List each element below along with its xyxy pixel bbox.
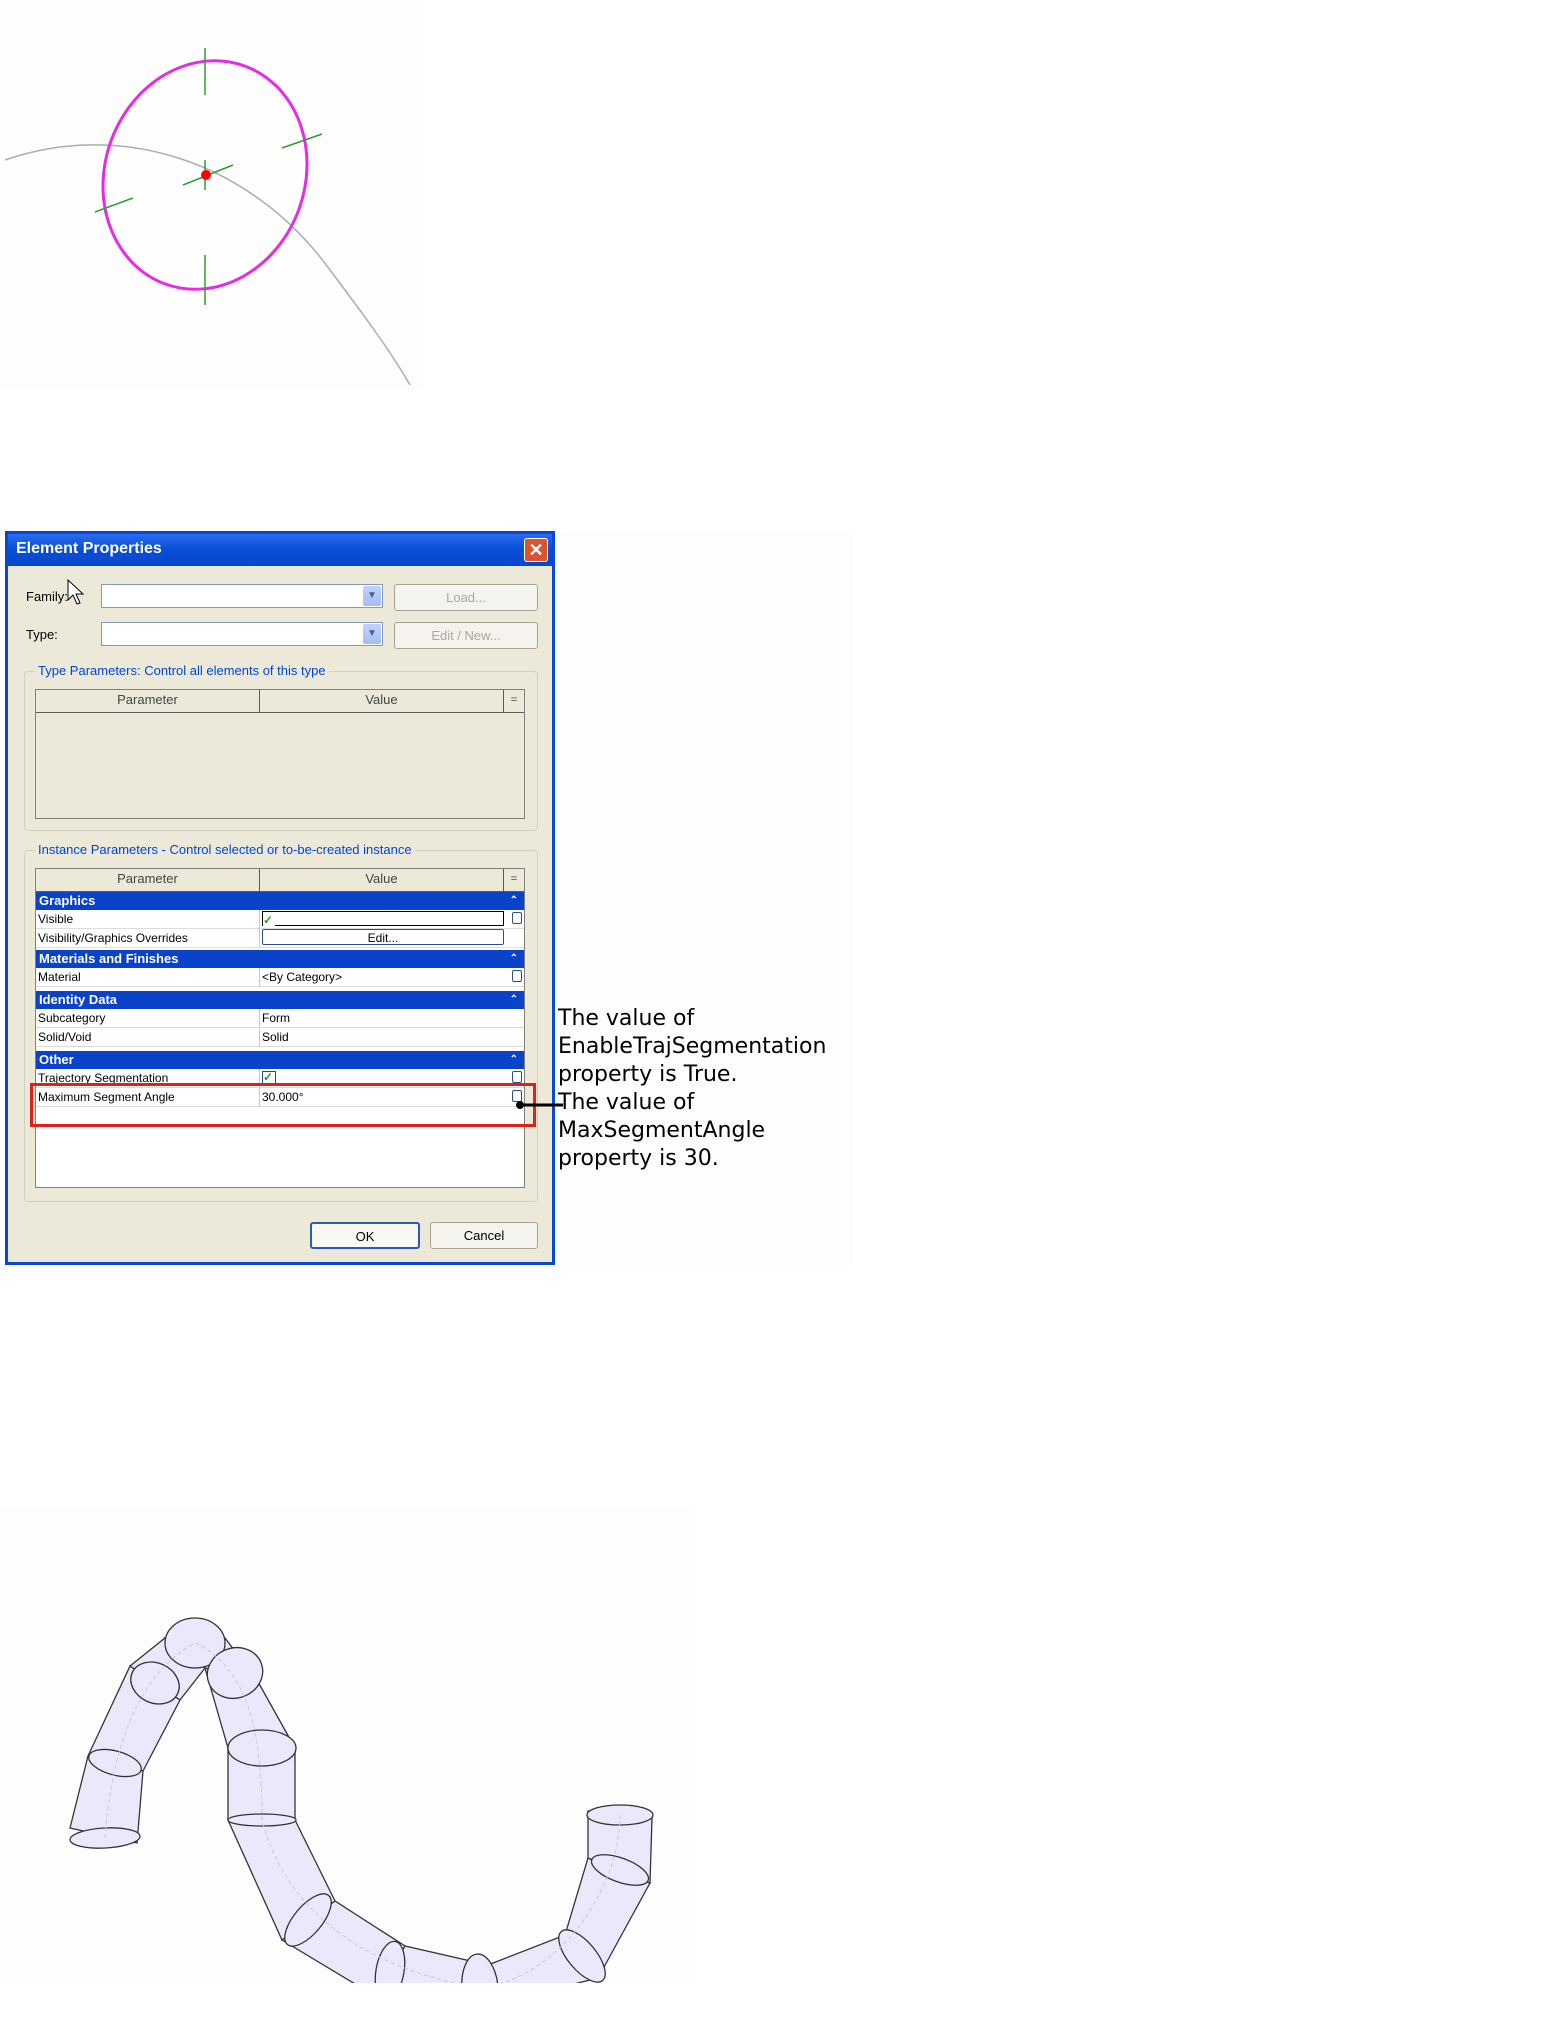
type-group-title: Type Parameters: Control all elements of… xyxy=(35,663,329,678)
section-label: Identity Data xyxy=(39,992,118,1007)
section-label: Other xyxy=(39,1052,74,1067)
collapse-icon[interactable]: ⌃ xyxy=(510,1051,518,1069)
highlight-box xyxy=(30,1083,536,1127)
param-edit-icon[interactable] xyxy=(512,1071,522,1083)
section-graphics[interactable]: Graphics ⌃ xyxy=(36,892,524,910)
param-name: Visibility/Graphics Overrides xyxy=(36,929,260,947)
chevron-down-icon[interactable]: ▼ xyxy=(363,624,381,644)
type-label: Type: xyxy=(26,627,58,642)
column-value[interactable]: Value xyxy=(260,869,504,891)
chevron-down-icon[interactable]: ▼ xyxy=(363,586,381,606)
sort-icon[interactable]: = xyxy=(504,690,524,712)
param-name: Subcategory xyxy=(36,1009,260,1027)
param-name: Solid/Void xyxy=(36,1028,260,1046)
row-solid-void: Solid/Void Solid xyxy=(36,1028,524,1047)
profile-sketch xyxy=(0,0,425,390)
param-name: Visible xyxy=(36,910,260,928)
cancel-button[interactable]: Cancel xyxy=(430,1222,538,1249)
family-combo[interactable]: ▼ xyxy=(101,584,383,608)
instance-parameters-grid: Parameter Value = Graphics ⌃ Visible Visi… xyxy=(35,868,525,1188)
material-value: <By Category> xyxy=(262,970,343,984)
param-value: Edit... xyxy=(260,929,524,947)
param-value[interactable]: Solid xyxy=(260,1028,524,1046)
close-icon[interactable]: ✕ xyxy=(524,538,548,562)
ok-button[interactable]: OK xyxy=(310,1222,420,1249)
edit-button[interactable]: Edit... xyxy=(262,929,504,945)
type-combo[interactable]: ▼ xyxy=(101,622,383,646)
section-materials[interactable]: Materials and Finishes ⌃ xyxy=(36,950,524,968)
annotation-text: The value of EnableTrajSegmentation prop… xyxy=(558,1006,827,1171)
cursor-icon xyxy=(67,578,85,605)
column-parameter[interactable]: Parameter xyxy=(36,869,260,891)
param-value[interactable]: <By Category> xyxy=(260,968,524,986)
section-label: Graphics xyxy=(39,893,96,908)
trajectory-curve xyxy=(4,144,411,386)
grid-header: Parameter Value = xyxy=(36,690,524,713)
row-visible: Visible xyxy=(36,910,524,929)
dialog-title: Element Properties xyxy=(16,540,162,557)
section-other[interactable]: Other ⌃ xyxy=(36,1051,524,1069)
element-properties-dialog: Element Properties ✕ Family: ▼ Load... T… xyxy=(5,531,555,1265)
title-bar: Element Properties ✕ xyxy=(8,534,552,566)
visible-checkbox[interactable] xyxy=(263,911,275,929)
column-value[interactable]: Value xyxy=(260,690,504,712)
load-button[interactable]: Load... xyxy=(394,584,538,611)
row-visibility-overrides: Visibility/Graphics Overrides Edit... xyxy=(36,929,524,948)
browse-icon[interactable] xyxy=(512,970,522,982)
param-edit-icon[interactable] xyxy=(512,912,522,924)
collapse-icon[interactable]: ⌃ xyxy=(510,892,518,910)
instance-parameters-group: Instance Parameters - Control selected o… xyxy=(24,842,538,1202)
column-parameter[interactable]: Parameter xyxy=(36,690,260,712)
param-name: Material xyxy=(36,968,260,986)
sort-icon[interactable]: = xyxy=(504,869,524,891)
row-material: Material <By Category> xyxy=(36,968,524,987)
instance-group-title: Instance Parameters - Control selected o… xyxy=(35,842,415,857)
collapse-icon[interactable]: ⌃ xyxy=(510,950,518,968)
type-parameters-group: Type Parameters: Control all elements of… xyxy=(24,663,538,831)
param-value[interactable] xyxy=(260,910,524,929)
swept-blend-view xyxy=(0,1508,690,2023)
section-label: Materials and Finishes xyxy=(39,951,179,966)
grid-header: Parameter Value = xyxy=(36,869,524,892)
section-identity[interactable]: Identity Data ⌃ xyxy=(36,991,524,1009)
edit-new-button[interactable]: Edit / New... xyxy=(394,622,538,649)
row-subcategory: Subcategory Form xyxy=(36,1009,524,1028)
param-value[interactable]: Form xyxy=(260,1009,524,1027)
collapse-icon[interactable]: ⌃ xyxy=(510,991,518,1009)
family-label: Family: xyxy=(26,589,68,604)
center-point xyxy=(201,170,211,180)
type-parameters-grid: Parameter Value = xyxy=(35,689,525,819)
